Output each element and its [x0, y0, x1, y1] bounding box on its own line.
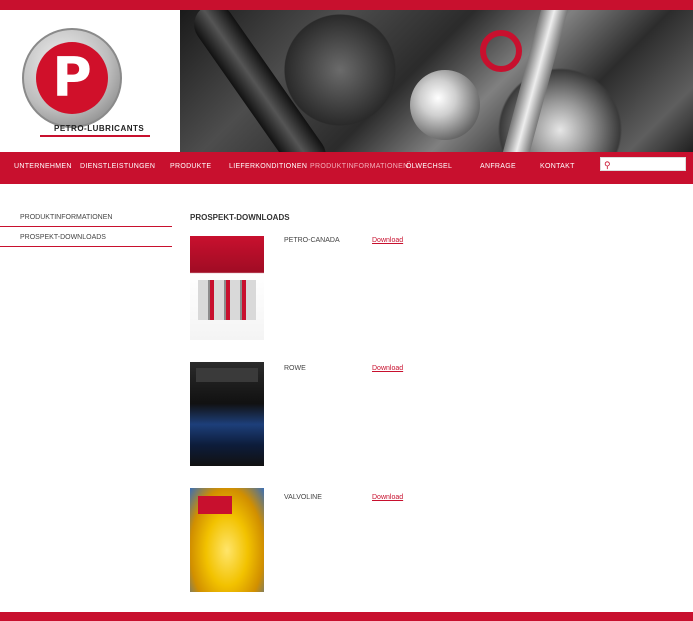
hero-chrome-cap — [410, 70, 480, 140]
nav-item-oelwechsel[interactable]: ÖLWECHSEL — [406, 163, 452, 170]
hero-red-ring — [480, 30, 522, 72]
search-box[interactable]: ⚲ — [600, 157, 686, 171]
logo-inner-circle: P — [36, 42, 108, 114]
download-link-petro-canada[interactable]: Download — [372, 237, 403, 244]
logo-text: PETRO-LUBRICANTS — [54, 124, 145, 133]
download-link-rowe[interactable]: Download — [372, 365, 403, 372]
brochure-image-valvoline[interactable] — [190, 488, 264, 592]
sidebar-item-label: PROSPEKT-DOWNLOADS — [20, 234, 106, 241]
hero-hose-dark — [186, 10, 334, 152]
logo-emblem: P — [22, 28, 122, 128]
product-name: VALVOLINE — [284, 494, 322, 501]
logo-underline — [40, 135, 150, 137]
brochure-image-rowe[interactable] — [190, 362, 264, 466]
nav-item-lieferkonditionen[interactable]: LIEFERKONDITIONEN — [229, 163, 307, 170]
nav-item-unternehmen[interactable]: UNTERNEHMEN — [14, 163, 72, 170]
nav-item-dienstleistungen[interactable]: DIENSTLEISTUNGEN — [80, 163, 155, 170]
page-title: PROSPEKT-DOWNLOADS — [190, 213, 290, 222]
product-name: ROWE — [284, 365, 306, 372]
brochure-image-petro-canada[interactable] — [190, 236, 264, 340]
sidebar-item-produktinformationen[interactable]: PRODUKTINFORMATIONEN — [0, 212, 172, 227]
nav-item-anfrage[interactable]: ANFRAGE — [480, 163, 516, 170]
brochure-cans — [198, 280, 256, 320]
product-name: PETRO-CANADA — [284, 237, 340, 244]
logo-area[interactable]: P PETRO-LUBRICANTS — [0, 10, 180, 152]
nav-item-produkte[interactable]: PRODUKTE — [170, 163, 211, 170]
top-red-bar — [0, 0, 693, 10]
main-nav: UNTERNEHMEN DIENSTLEISTUNGEN PRODUKTE LI… — [0, 152, 693, 184]
hero-engine-image — [180, 10, 693, 152]
search-icon[interactable]: ⚲ — [604, 159, 611, 171]
logo-letter: P — [52, 46, 92, 109]
footer-bar — [0, 612, 693, 621]
sidebar-item-label: PRODUKTINFORMATIONEN — [20, 214, 113, 221]
nav-item-produktinformationen[interactable]: PRODUKTINFORMATIONEN — [310, 163, 408, 170]
nav-item-kontakt[interactable]: KONTAKT — [540, 163, 575, 170]
brochure-header — [198, 496, 232, 514]
brochure-header — [196, 368, 258, 382]
download-link-valvoline[interactable]: Download — [372, 494, 403, 501]
sidebar-item-prospekt-downloads[interactable]: PROSPEKT-DOWNLOADS — [0, 232, 172, 247]
search-input[interactable] — [615, 159, 683, 169]
